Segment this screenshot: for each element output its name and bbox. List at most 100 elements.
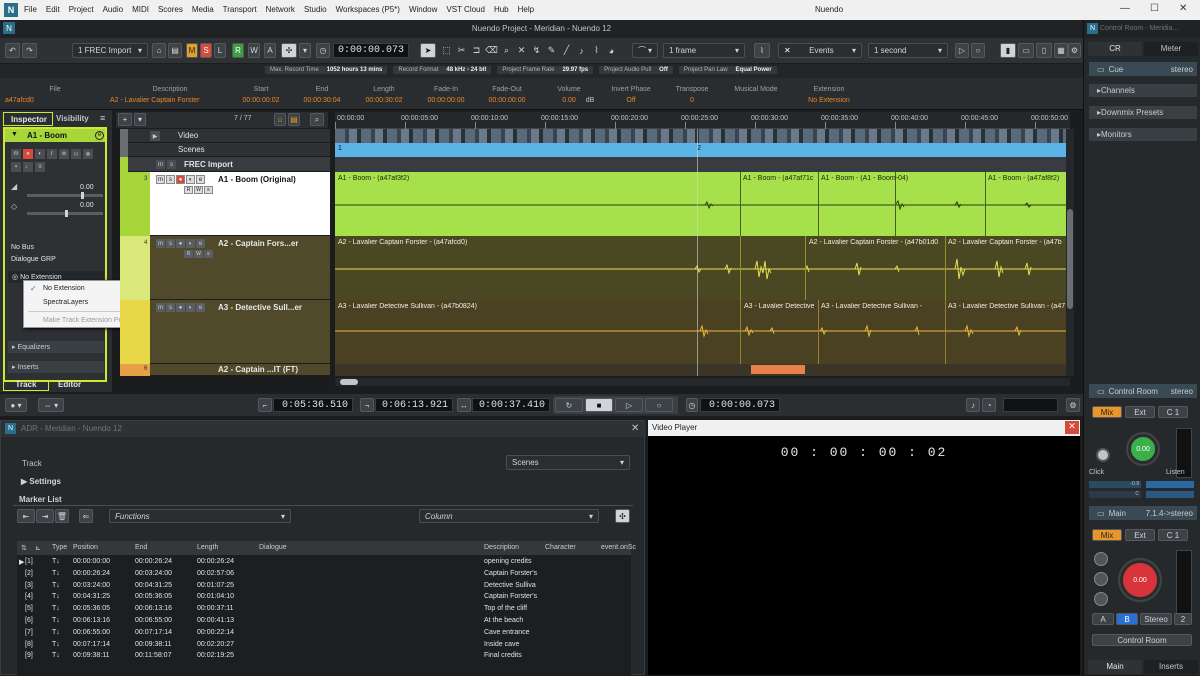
draw-tool-icon[interactable]: ✎ (545, 43, 558, 58)
quantize-dropdown[interactable]: 1 second ▾ (868, 43, 948, 58)
right-locator-field[interactable]: 0:06:13.921 (375, 398, 453, 412)
a1-mute-icon[interactable]: m (156, 175, 165, 184)
grid-type-dropdown[interactable]: ⌒ ▾ (632, 43, 658, 58)
status-item[interactable]: Project Audio Pull Off (599, 66, 673, 74)
menu-item[interactable]: MIDI (132, 5, 149, 14)
automation-button[interactable]: A (264, 43, 276, 58)
folder-small-icon[interactable]: ▤ (288, 113, 300, 126)
header-type[interactable]: Type (52, 544, 67, 551)
menu-item[interactable]: Window (409, 5, 437, 14)
play-icon[interactable]: ▷ (615, 398, 643, 412)
menu-item[interactable]: Edit (46, 5, 60, 14)
a3-edit-icon[interactable]: e (196, 303, 205, 312)
timeline-ruler[interactable]: 00:00:00 00:00:05:00 00:00:10:00 00:00:15:0… (335, 112, 1070, 129)
section-equalizers[interactable]: ▸ Equalizers (8, 341, 104, 353)
a2-monitor-icon[interactable]: ◐ (186, 239, 195, 248)
home-small-icon[interactable]: ⌂ (274, 113, 286, 126)
cr-section-downmix[interactable]: ▸ Downmix Presets (1089, 106, 1197, 119)
status-item[interactable]: Project Frame Rate 29.97 fps (497, 66, 594, 74)
timebase-icon[interactable]: ♩ (23, 162, 33, 172)
record-mode-icon[interactable]: ● ▾ (5, 398, 27, 412)
marker-row[interactable]: [6] T↓ 00:06:13:16 00:06:55:00 00:00:41:13 At… (17, 616, 631, 627)
a1-record-icon[interactable]: ● (176, 175, 185, 184)
color-tool-icon[interactable]: ◕ (605, 43, 618, 58)
right-locator-icon[interactable]: ¬ (360, 398, 374, 412)
clock-icon[interactable]: ◷ (316, 43, 330, 58)
add-track-icon[interactable]: + (118, 113, 132, 126)
track-selector[interactable]: 1 FREC Import ▾ (72, 43, 148, 58)
info-value[interactable]: 0.00 (562, 97, 576, 104)
header-length[interactable]: Length (197, 544, 218, 551)
inspector-menu-icon[interactable]: ≡ (100, 113, 105, 123)
cr-section-channels[interactable]: ▸ Channels (1089, 84, 1197, 97)
info-value[interactable]: 00:00:00:00 (428, 97, 465, 104)
record-icon[interactable]: ○ (645, 398, 673, 412)
left-locator-icon[interactable]: ⌐ (258, 398, 272, 412)
minimize-icon[interactable]: — (1120, 3, 1130, 14)
column-dropdown[interactable]: Column ▾ (419, 509, 599, 523)
control-room-button[interactable]: Control Room (1092, 634, 1192, 646)
cr-tab-meter[interactable]: Meter (1144, 42, 1198, 56)
pan-value[interactable]: 0.00 (80, 202, 94, 209)
a3-clip-title[interactable]: A3 - Lavalier Detective Sullivan - (a47 (948, 303, 1068, 310)
position-clock-icon[interactable]: ◷ (686, 398, 698, 412)
a1-clip-title[interactable]: A1 - Boom - (A1 - Boom-04) (821, 175, 921, 182)
freeze-icon[interactable]: ❄ (83, 149, 93, 159)
scenes-track-header[interactable]: Scenes (120, 143, 330, 157)
info-value[interactable]: 0 (690, 97, 694, 104)
click-knob[interactable] (1096, 448, 1110, 462)
routing-output[interactable]: No Bus (11, 244, 34, 251)
cycle-mode-icon[interactable]: ⇔ ▾ (38, 398, 64, 412)
insert-icon[interactable]: ▪ (11, 162, 21, 172)
menu-item[interactable]: Studio (304, 5, 327, 14)
header-description[interactable]: Description (484, 544, 519, 551)
adr-settings[interactable]: ▶ Settings (21, 477, 61, 486)
menu-item[interactable]: Hub (494, 5, 509, 14)
marker-row[interactable]: [5] T↓ 00:05:36:05 00:06:13:16 00:00:37:11 To… (17, 604, 631, 615)
marker-prev-icon[interactable]: ⇤ (17, 509, 35, 523)
a2ft-clip[interactable] (751, 365, 805, 374)
click-icon[interactable]: ◔ (982, 398, 996, 412)
a1-read-icon[interactable]: R (184, 186, 193, 194)
settings-gear-icon[interactable]: ⚙ (1068, 43, 1081, 58)
main-ext-button[interactable]: Ext (1125, 529, 1155, 541)
marker-row[interactable]: [2] T↓ 00:00:26:24 00:03:24:00 00:02:57:06 Ca… (17, 569, 631, 580)
info-value[interactable]: 00:00:00:00 (489, 97, 526, 104)
marker-row[interactable]: [4] T↓ 00:04:31:25 00:05:36:05 00:01:04:10 Ca… (17, 592, 631, 603)
a3-track-header[interactable]: m s ● ◐ e A3 - Detective Sull...er (120, 300, 330, 364)
inspector-collapse-icon[interactable]: ▼ (11, 131, 18, 138)
menu-item[interactable]: File (24, 5, 37, 14)
write-small-icon[interactable]: w (59, 149, 69, 159)
info-value[interactable]: No Extension (808, 97, 850, 104)
folder-icon[interactable]: ▤ (168, 43, 182, 58)
tempo-icon[interactable]: ✣ (281, 43, 297, 58)
click-pan[interactable]: C (1089, 491, 1141, 498)
marker-row[interactable]: [3] T↓ 00:03:24:00 00:04:31:25 00:01:07:25 De… (17, 581, 631, 592)
info-value[interactable]: dB (586, 97, 595, 104)
folder-track-header[interactable]: m s FREC Import (120, 157, 330, 172)
speaker-b-button[interactable]: B (1116, 613, 1138, 625)
status-item[interactable]: Project Pan Law Equal Power (678, 66, 777, 74)
status-item[interactable]: Max. Record Time 1052 hours 13 mins (265, 66, 388, 74)
a2-write-icon[interactable]: W (194, 250, 203, 258)
menu-item[interactable]: Scores (158, 5, 183, 14)
lock-icon[interactable]: ⌑ (71, 149, 81, 159)
volume-slider[interactable] (27, 192, 103, 199)
solo-button[interactable]: S (200, 43, 212, 58)
play-outline-icon[interactable]: ▷ (955, 43, 969, 58)
section-inserts[interactable]: ▸ Inserts (8, 361, 104, 373)
video-close-icon[interactable]: ✕ (1065, 421, 1079, 434)
visibility-tab[interactable]: Visibility (56, 114, 89, 123)
menu-spectralayers[interactable]: SpectraLayers (43, 299, 88, 306)
a3-clip-title[interactable]: A3 - Lavalier Detective (744, 303, 816, 310)
main-level-knob[interactable]: 0.00 (1120, 560, 1160, 600)
a2-clip-title[interactable]: A2 - Lavalier Captain Forster - (a47afcd… (338, 239, 467, 246)
split-tool-icon[interactable]: ✂ (455, 43, 468, 58)
read-small-icon[interactable]: r (47, 149, 57, 159)
mute-tool-icon[interactable]: ✕ (515, 43, 528, 58)
a2-track-header[interactable]: 4 m s ● ◐ e A2 - Captain Fors...er R W ≡ (120, 236, 330, 300)
a2-solo-icon[interactable]: s (166, 239, 175, 248)
record-outline-icon[interactable]: ○ (971, 43, 985, 58)
menu-no-extension[interactable]: No Extension (43, 285, 85, 292)
track-bottom-tab[interactable]: Track (3, 380, 49, 391)
